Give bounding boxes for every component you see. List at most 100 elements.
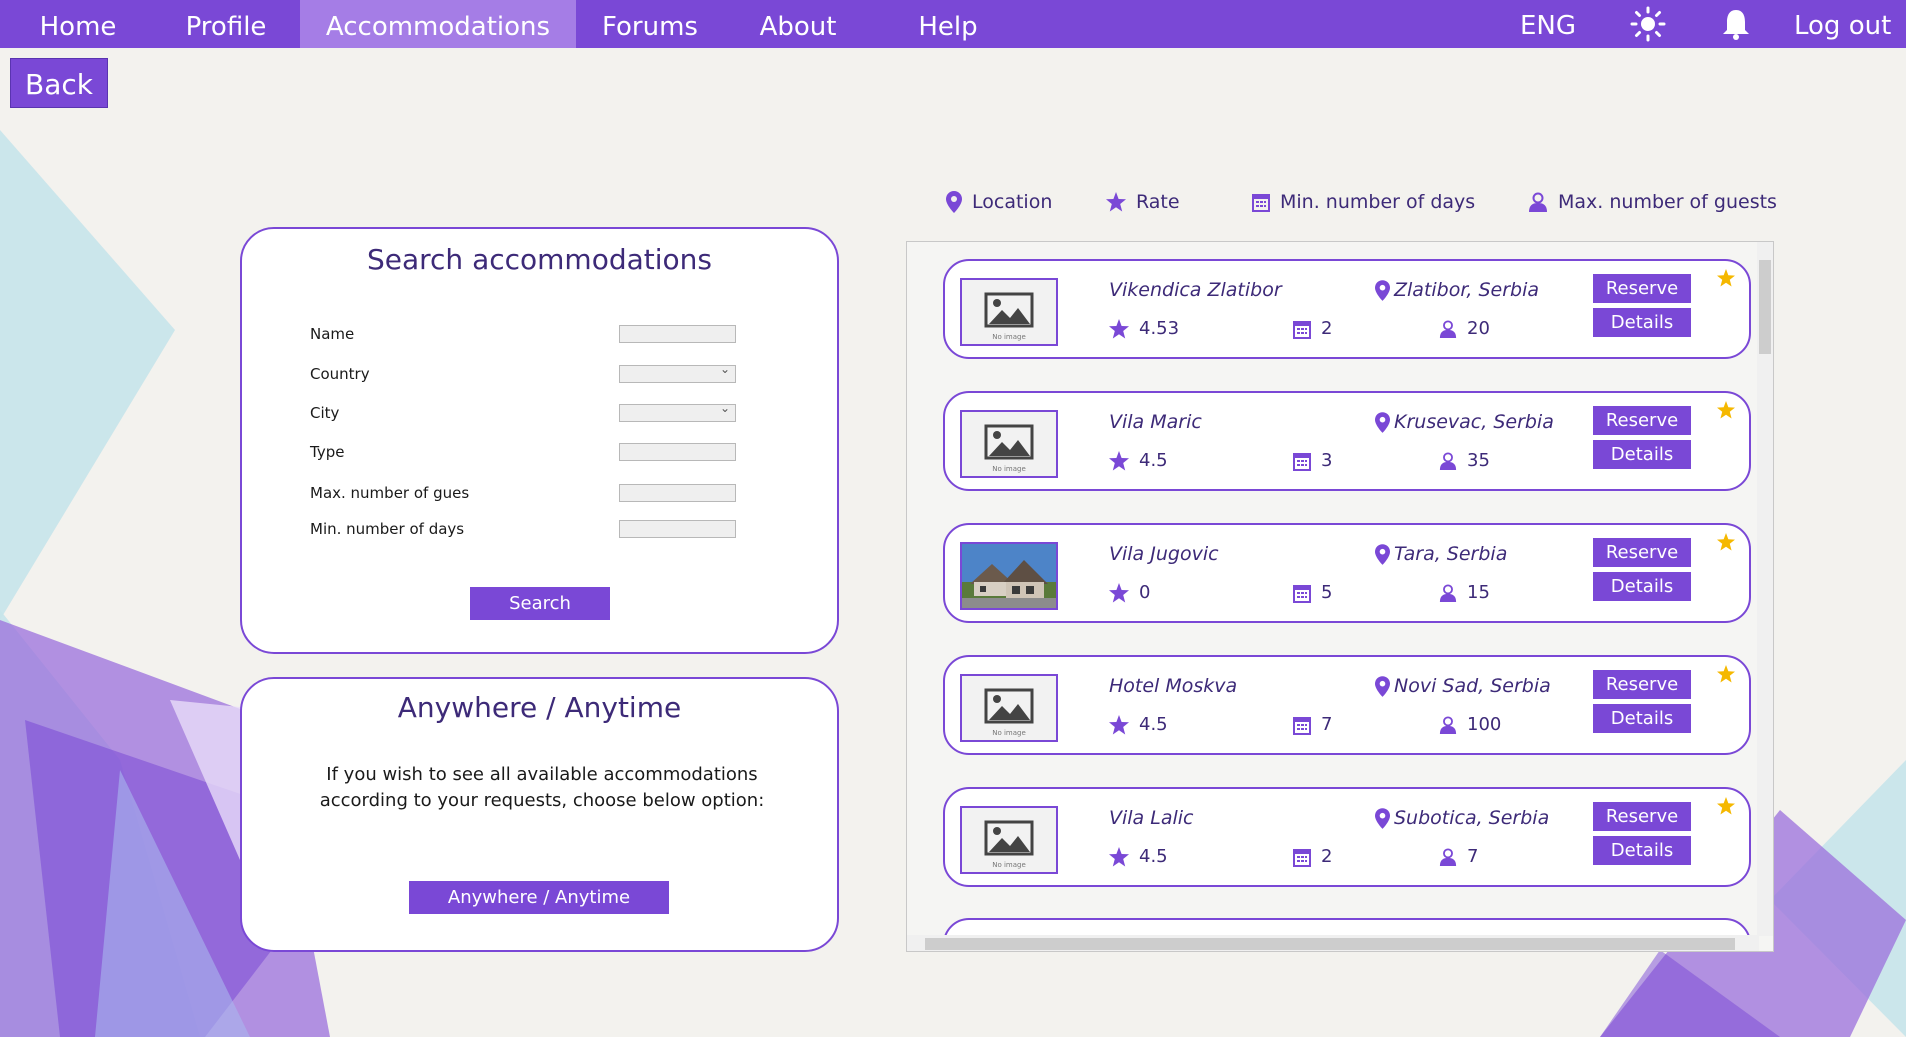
accommodation-name: Vila Jugovic bbox=[1109, 543, 1219, 565]
accommodation-min-days: 7 bbox=[1293, 714, 1332, 735]
filter-max-guests-label: Max. number of guests bbox=[1558, 191, 1777, 213]
nav-accommodations[interactable]: Accommodations bbox=[300, 0, 576, 48]
no-image-text: No image bbox=[992, 729, 1026, 737]
sun-icon[interactable] bbox=[1630, 6, 1666, 42]
field-label-0: Name bbox=[310, 325, 355, 343]
reserve-button[interactable]: Reserve bbox=[1593, 670, 1691, 699]
guests-value: 100 bbox=[1467, 714, 1502, 735]
location-text: Zlatibor, Serbia bbox=[1394, 279, 1540, 301]
horizontal-scrollbar[interactable] bbox=[907, 935, 1759, 951]
back-button[interactable]: Back bbox=[10, 58, 108, 108]
logout-link[interactable]: Log out bbox=[1794, 0, 1891, 48]
favorite-button[interactable] bbox=[1717, 797, 1735, 819]
accommodation-max-guests: 100 bbox=[1439, 714, 1501, 735]
favorite-star-icon bbox=[1717, 269, 1735, 287]
nav-help[interactable]: Help bbox=[910, 0, 986, 48]
guest-icon bbox=[1439, 847, 1457, 866]
reserve-button[interactable]: Reserve bbox=[1593, 406, 1691, 435]
location-pin-icon bbox=[1375, 411, 1390, 433]
filter-min-days[interactable]: Min. number of days bbox=[1252, 188, 1475, 216]
accommodation-thumbnail[interactable] bbox=[960, 542, 1058, 610]
input-5[interactable] bbox=[619, 520, 736, 538]
details-button[interactable]: Details bbox=[1593, 704, 1691, 733]
rate-value: 4.5 bbox=[1139, 450, 1168, 471]
input-3[interactable] bbox=[619, 443, 736, 461]
horizontal-scroll-thumb[interactable] bbox=[925, 938, 1735, 950]
accommodation-card: No image Vikendica Zlatibor Zlatibor, Serb… bbox=[943, 259, 1751, 359]
no-image-icon: No image bbox=[962, 676, 1056, 740]
select-2[interactable] bbox=[619, 401, 736, 422]
language-switch[interactable]: ENG bbox=[1520, 0, 1576, 48]
rate-value: 4.5 bbox=[1139, 714, 1168, 735]
reserve-button[interactable]: Reserve bbox=[1593, 274, 1691, 303]
vertical-scroll-thumb[interactable] bbox=[1759, 260, 1771, 354]
favorite-star-icon bbox=[1717, 533, 1735, 551]
search-panel: Search accommodations Name Country City Typ… bbox=[240, 227, 839, 654]
favorite-button[interactable] bbox=[1717, 269, 1735, 291]
accommodation-name: Vila Lalic bbox=[1109, 807, 1194, 829]
details-button[interactable]: Details bbox=[1593, 440, 1691, 469]
accommodation-list[interactable]: No image Vikendica Zlatibor Zlatibor, Serb… bbox=[906, 241, 1774, 952]
accommodation-rate: 4.5 bbox=[1109, 714, 1168, 735]
guests-value: 20 bbox=[1467, 318, 1490, 339]
field-label-2: City bbox=[310, 404, 340, 422]
rate-value: 0 bbox=[1139, 582, 1151, 603]
accommodation-min-days: 5 bbox=[1293, 582, 1332, 603]
accommodation-max-guests: 15 bbox=[1439, 582, 1490, 603]
accommodation-thumbnail[interactable]: No image bbox=[960, 674, 1058, 742]
accommodation-card: No image Hotel Moskva Novi Sad, Serbia 4.5 7… bbox=[943, 655, 1751, 755]
accommodation-location: Tara, Serbia bbox=[1375, 543, 1507, 565]
nav-home[interactable]: Home bbox=[36, 0, 120, 48]
nav-about[interactable]: About bbox=[756, 0, 840, 48]
accommodation-thumbnail[interactable]: No image bbox=[960, 410, 1058, 478]
accommodation-rate: 4.5 bbox=[1109, 450, 1168, 471]
details-button[interactable]: Details bbox=[1593, 572, 1691, 601]
accommodation-name: Vila Maric bbox=[1109, 411, 1202, 433]
no-image-text: No image bbox=[992, 861, 1026, 869]
accommodation-max-guests: 20 bbox=[1439, 318, 1490, 339]
guests-value: 15 bbox=[1467, 582, 1490, 603]
anywhere-panel: Anywhere / Anytime If you wish to see al… bbox=[240, 677, 839, 952]
accommodation-min-days: 2 bbox=[1293, 318, 1332, 339]
location-pin-icon bbox=[1375, 807, 1390, 829]
favorite-button[interactable] bbox=[1717, 665, 1735, 687]
details-button[interactable]: Details bbox=[1593, 308, 1691, 337]
search-button[interactable]: Search bbox=[470, 587, 610, 620]
no-image-icon: No image bbox=[962, 280, 1056, 344]
accommodation-card: No image Vila Lalic Subotica, Serbia 4.5 2 7 R… bbox=[943, 787, 1751, 887]
search-title: Search accommodations bbox=[366, 243, 712, 276]
vertical-scrollbar[interactable] bbox=[1757, 242, 1773, 936]
accommodation-location: Novi Sad, Serbia bbox=[1375, 675, 1551, 697]
reserve-button[interactable]: Reserve bbox=[1593, 538, 1691, 567]
accommodation-card: Vila Jugovic Tara, Serbia 0 5 15 Reserve Detai… bbox=[943, 523, 1751, 623]
house-photo bbox=[962, 544, 1056, 608]
location-text: Krusevac, Serbia bbox=[1394, 411, 1554, 433]
no-image-text: No image bbox=[992, 333, 1026, 341]
top-navigation: Home Profile Accommodations Forums About… bbox=[0, 0, 1906, 48]
calendar-icon bbox=[1293, 452, 1311, 471]
accommodation-thumbnail[interactable]: No image bbox=[960, 806, 1058, 874]
calendar-icon bbox=[1252, 194, 1270, 212]
favorite-button[interactable] bbox=[1717, 533, 1735, 555]
favorite-button[interactable] bbox=[1717, 401, 1735, 423]
anywhere-description: If you wish to see all available accommo… bbox=[319, 764, 765, 811]
location-pin-icon bbox=[1375, 675, 1390, 697]
reserve-button[interactable]: Reserve bbox=[1593, 802, 1691, 831]
input-0[interactable] bbox=[619, 325, 736, 343]
filter-location-label: Location bbox=[972, 191, 1053, 213]
calendar-icon bbox=[1293, 320, 1311, 339]
input-4[interactable] bbox=[619, 484, 736, 502]
accommodation-thumbnail[interactable]: No image bbox=[960, 278, 1058, 346]
filter-location[interactable]: Location bbox=[946, 188, 1052, 216]
nav-forums[interactable]: Forums bbox=[600, 0, 700, 48]
guests-value: 35 bbox=[1467, 450, 1490, 471]
filter-rate[interactable]: Rate bbox=[1106, 188, 1180, 216]
anywhere-button[interactable]: Anywhere / Anytime bbox=[409, 881, 669, 914]
accommodation-location: Krusevac, Serbia bbox=[1375, 411, 1554, 433]
accommodation-min-days: 2 bbox=[1293, 846, 1332, 867]
bell-icon[interactable] bbox=[1718, 6, 1754, 42]
select-1[interactable] bbox=[619, 362, 736, 383]
nav-profile[interactable]: Profile bbox=[180, 0, 272, 48]
filter-max-guests[interactable]: Max. number of guests bbox=[1528, 188, 1777, 216]
details-button[interactable]: Details bbox=[1593, 836, 1691, 865]
